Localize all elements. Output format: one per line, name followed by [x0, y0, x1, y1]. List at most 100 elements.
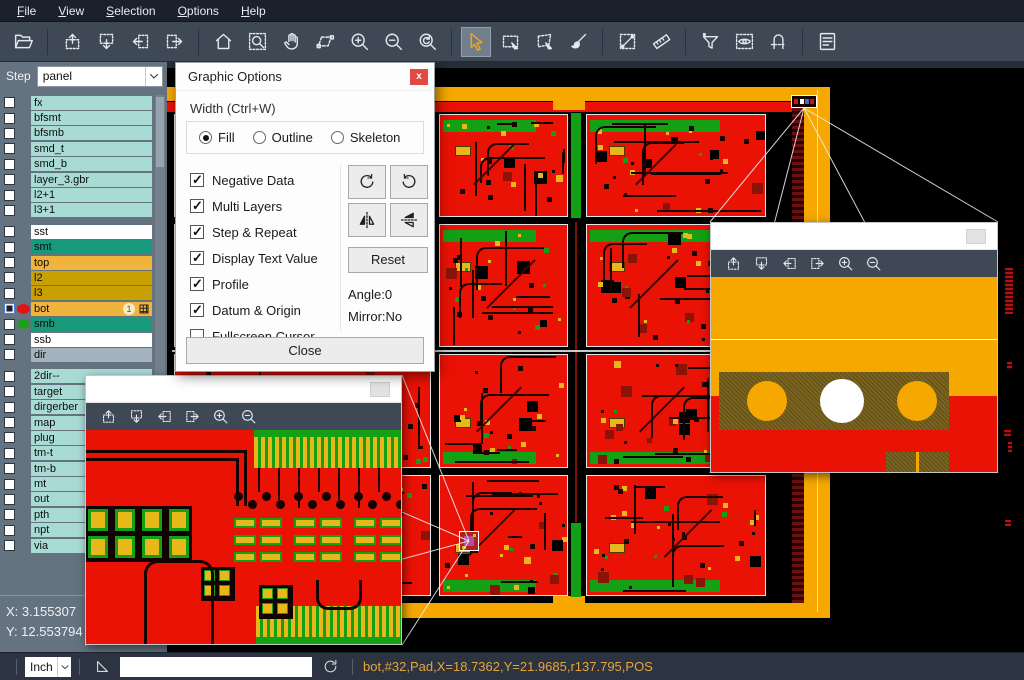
- layer-checkbox-top[interactable]: [4, 257, 15, 268]
- layer-checkbox-2dir[interactable]: [4, 371, 15, 382]
- magnified-pcb-view[interactable]: [86, 430, 401, 644]
- unit-select[interactable]: Inch: [25, 657, 71, 677]
- layer-row-dir[interactable]: dir: [0, 347, 167, 362]
- layer-checkbox-mt[interactable]: [4, 479, 15, 490]
- popup-tool-pan-up[interactable]: [721, 253, 745, 275]
- layer-checkbox-out[interactable]: [4, 494, 15, 505]
- layer-row-layer-3-gbr[interactable]: layer_3.gbr: [0, 172, 167, 187]
- popup-tool-pan-down[interactable]: [749, 253, 773, 275]
- menu-options[interactable]: Options: [167, 1, 230, 21]
- popup-tool-pan-right[interactable]: [180, 406, 204, 428]
- popup-tool-pan-left[interactable]: [152, 406, 176, 428]
- rotate-ccw-button[interactable]: [390, 165, 428, 199]
- scrollbar-thumb[interactable]: [156, 97, 164, 167]
- checkbox-multi-layers[interactable]: Multi Layers: [190, 193, 318, 219]
- tool-snap[interactable]: [763, 27, 793, 57]
- layer-checkbox-target[interactable]: [4, 386, 15, 397]
- layer-checkbox-ssb[interactable]: [4, 334, 15, 345]
- tool-filter[interactable]: [695, 27, 725, 57]
- layer-checkbox-map[interactable]: [4, 417, 15, 428]
- radio-outline[interactable]: Outline: [253, 130, 313, 145]
- radio-fill[interactable]: Fill: [199, 130, 235, 145]
- popup-tool-pan-down[interactable]: [124, 406, 148, 428]
- layer-checkbox-dirgerber[interactable]: [4, 402, 15, 413]
- layer-row-bfsmb[interactable]: bfsmb: [0, 126, 167, 141]
- layer-row-bot[interactable]: bot1: [0, 301, 167, 316]
- tool-report[interactable]: [812, 27, 842, 57]
- layer-row-smb[interactable]: smb: [0, 316, 167, 331]
- checkbox-negative-data[interactable]: Negative Data: [190, 167, 318, 193]
- layer-row-l3-1[interactable]: l3+1: [0, 203, 167, 218]
- popup-tool-pan-up[interactable]: [96, 406, 120, 428]
- layer-checkbox-plug[interactable]: [4, 432, 15, 443]
- rotate-cw-button[interactable]: [348, 165, 386, 199]
- tool-hand[interactable]: [276, 27, 306, 57]
- layer-row-l2[interactable]: l2: [0, 270, 167, 285]
- layer-checkbox-pth[interactable]: [4, 509, 15, 520]
- tool-pan-right[interactable]: [159, 27, 189, 57]
- layer-row-ssb[interactable]: ssb: [0, 332, 167, 347]
- layer-row-top[interactable]: top: [0, 255, 167, 270]
- layer-checkbox-tm-b[interactable]: [4, 463, 15, 474]
- layer-checkbox-dir[interactable]: [4, 349, 15, 360]
- checkbox-profile[interactable]: Profile: [190, 271, 318, 297]
- layer-checkbox-l2-1[interactable]: [4, 190, 15, 201]
- dialog-close-button[interactable]: x: [410, 69, 428, 85]
- step-select[interactable]: panel: [37, 66, 163, 87]
- tool-ruler[interactable]: [646, 27, 676, 57]
- layer-checkbox-smd-b[interactable]: [4, 159, 15, 170]
- tool-pan-left[interactable]: [125, 27, 155, 57]
- checkbox-display-text-value[interactable]: Display Text Value: [190, 245, 318, 271]
- magnifier-popup-bottom-left[interactable]: [85, 375, 402, 645]
- tool-zoom-area[interactable]: [242, 27, 272, 57]
- magnifier-popup-top-right[interactable]: [710, 222, 998, 473]
- layer-row-l3[interactable]: l3: [0, 286, 167, 301]
- checkbox-step-repeat[interactable]: Step & Repeat: [190, 219, 318, 245]
- layer-checkbox-bot[interactable]: [4, 303, 15, 314]
- magnified-pcb-view[interactable]: [711, 277, 997, 472]
- layer-checkbox-npt[interactable]: [4, 525, 15, 536]
- layer-checkbox-l3-1[interactable]: [4, 205, 15, 216]
- tool-drag-view[interactable]: [310, 27, 340, 57]
- layer-checkbox-smt[interactable]: [4, 242, 15, 253]
- checkbox-datum-origin[interactable]: Datum & Origin: [190, 297, 318, 323]
- popup-titlebar[interactable]: [86, 376, 401, 403]
- tool-home[interactable]: [208, 27, 238, 57]
- layer-row-smd-b[interactable]: smd_b: [0, 157, 167, 172]
- tool-zoom-in[interactable]: [344, 27, 374, 57]
- flip-v-button[interactable]: [390, 203, 428, 237]
- popup-titlebar-button[interactable]: [370, 382, 390, 397]
- popup-tool-zoom-out[interactable]: [861, 253, 885, 275]
- dialog-titlebar[interactable]: Graphic Options x: [176, 63, 434, 91]
- popup-tool-pan-right[interactable]: [805, 253, 829, 275]
- layer-row-bfsmt[interactable]: bfsmt: [0, 110, 167, 125]
- tool-cursor-select[interactable]: [461, 27, 491, 57]
- tool-pan-up[interactable]: [57, 27, 87, 57]
- layer-checkbox-l3[interactable]: [4, 288, 15, 299]
- tool-pan-down[interactable]: [91, 27, 121, 57]
- popup-tool-zoom-in[interactable]: [833, 253, 857, 275]
- popup-titlebar-button[interactable]: [966, 229, 986, 244]
- layer-checkbox-smb[interactable]: [4, 319, 15, 330]
- tool-measure[interactable]: [612, 27, 642, 57]
- layer-row-fx[interactable]: fx: [0, 95, 167, 110]
- tool-brush[interactable]: [563, 27, 593, 57]
- sync-icon[interactable]: [320, 657, 340, 677]
- layer-row-sst[interactable]: sst: [0, 224, 167, 239]
- angle-tool-icon[interactable]: [92, 657, 112, 677]
- command-input[interactable]: [120, 657, 312, 677]
- layer-checkbox-sst[interactable]: [4, 226, 15, 237]
- tool-open-folder[interactable]: [8, 27, 38, 57]
- layer-checkbox-tm-t[interactable]: [4, 448, 15, 459]
- reset-button[interactable]: Reset: [348, 247, 428, 273]
- dialog-close-action-button[interactable]: Close: [186, 337, 424, 364]
- tool-rect-select[interactable]: [495, 27, 525, 57]
- layer-checkbox-bfsmt[interactable]: [4, 113, 15, 124]
- layer-checkbox-via[interactable]: [4, 540, 15, 551]
- menu-view[interactable]: View: [47, 1, 95, 21]
- menu-file[interactable]: File: [6, 1, 47, 21]
- flip-h-button[interactable]: [348, 203, 386, 237]
- radio-skeleton[interactable]: Skeleton: [331, 130, 401, 145]
- tool-view-area[interactable]: [729, 27, 759, 57]
- menu-help[interactable]: Help: [230, 1, 277, 21]
